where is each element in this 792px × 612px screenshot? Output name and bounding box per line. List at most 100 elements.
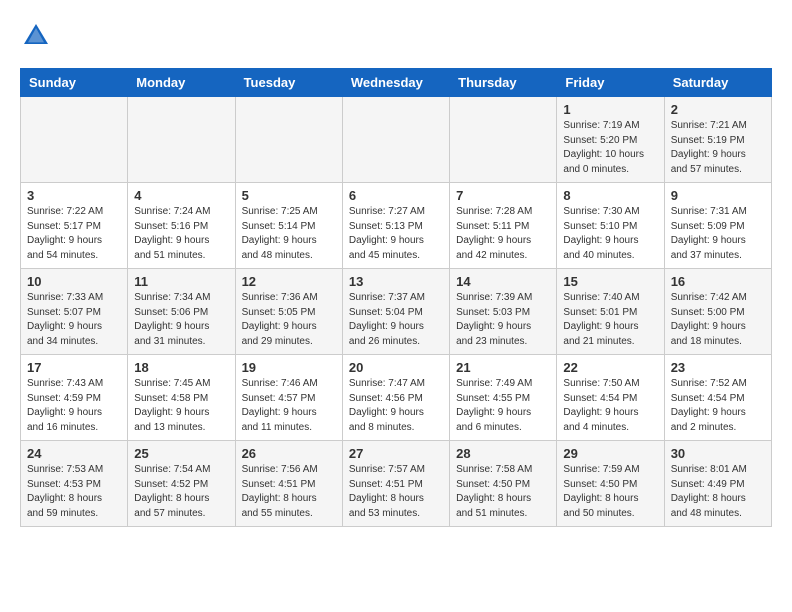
day-number: 2 (671, 102, 765, 117)
day-info: Sunrise: 7:49 AM Sunset: 4:55 PM Dayligh… (456, 377, 550, 435)
calendar-cell: 14Sunrise: 7:39 AM Sunset: 5:03 PM Dayli… (450, 269, 557, 355)
day-info: Sunrise: 7:19 AM Sunset: 5:20 PM Dayligh… (563, 119, 657, 177)
calendar-cell: 11 Sunrise: 7:34 AM Sunset: 5:06 PM Dayli… (128, 269, 235, 355)
calendar-cell: 9 Sunrise: 7:31 AM Sunset: 5:09 PM Daylig… (664, 183, 771, 269)
day-number: 27 (349, 446, 443, 461)
day-info: Sunrise: 7:46 AM Sunset: 4:57 PM Dayligh… (242, 377, 336, 435)
day-info: Sunrise: 7:31 AM Sunset: 5:09 PM Dayligh… (671, 205, 765, 263)
page-header (20, 20, 772, 52)
weekday-header-tuesday: Tuesday (235, 69, 342, 97)
day-info: Sunrise: 7:27 AM Sunset: 5:13 PM Dayligh… (349, 205, 443, 263)
day-info: Sunrise: 7:40 AM Sunset: 5:01 PM Dayligh… (563, 291, 657, 349)
day-info: Sunrise: 7:37 AM Sunset: 5:04 PM Dayligh… (349, 291, 443, 349)
logo-icon (20, 20, 52, 52)
calendar-table: SundayMondayTuesdayWednesdayThursdayFrid… (20, 68, 772, 527)
calendar-cell: 16 Sunrise: 7:42 AM Sunset: 5:00 PM Dayli… (664, 269, 771, 355)
day-info: Sunrise: 7:58 AM Sunset: 4:50 PM Dayligh… (456, 463, 550, 521)
day-number: 14 (456, 274, 550, 289)
weekday-header-thursday: Thursday (450, 69, 557, 97)
calendar-cell: 30 Sunrise: 8:01 AM Sunset: 4:49 PM Dayli… (664, 441, 771, 527)
day-number: 19 (242, 360, 336, 375)
day-info: Sunrise: 7:47 AM Sunset: 4:56 PM Dayligh… (349, 377, 443, 435)
day-info: Sunrise: 7:57 AM Sunset: 4:51 PM Dayligh… (349, 463, 443, 521)
calendar-cell: 27 Sunrise: 7:57 AM Sunset: 4:51 PM Dayli… (342, 441, 449, 527)
day-number: 21 (456, 360, 550, 375)
calendar-week-1: 3Sunrise: 7:22 AM Sunset: 5:17 PM Daylig… (21, 183, 772, 269)
logo (20, 20, 56, 52)
day-info: Sunrise: 7:43 AM Sunset: 4:59 PM Dayligh… (27, 377, 121, 435)
calendar-cell (342, 97, 449, 183)
calendar-cell: 12 Sunrise: 7:36 AM Sunset: 5:05 PM Dayli… (235, 269, 342, 355)
day-info: Sunrise: 7:30 AM Sunset: 5:10 PM Dayligh… (563, 205, 657, 263)
calendar-cell: 21 Sunrise: 7:49 AM Sunset: 4:55 PM Dayli… (450, 355, 557, 441)
day-info: Sunrise: 7:45 AM Sunset: 4:58 PM Dayligh… (134, 377, 228, 435)
calendar-cell: 18 Sunrise: 7:45 AM Sunset: 4:58 PM Dayli… (128, 355, 235, 441)
day-number: 7 (456, 188, 550, 203)
calendar-cell: 26 Sunrise: 7:56 AM Sunset: 4:51 PM Dayli… (235, 441, 342, 527)
day-number: 24 (27, 446, 121, 461)
calendar-cell: 29Sunrise: 7:59 AM Sunset: 4:50 PM Dayli… (557, 441, 664, 527)
day-number: 10 (27, 274, 121, 289)
calendar-cell: 10 Sunrise: 7:33 AM Sunset: 5:07 PM Dayli… (21, 269, 128, 355)
weekday-header-wednesday: Wednesday (342, 69, 449, 97)
calendar-cell: 6 Sunrise: 7:27 AM Sunset: 5:13 PM Daylig… (342, 183, 449, 269)
day-number: 17 (27, 360, 121, 375)
day-info: Sunrise: 7:50 AM Sunset: 4:54 PM Dayligh… (563, 377, 657, 435)
calendar-cell: 7 Sunrise: 7:28 AM Sunset: 5:11 PM Daylig… (450, 183, 557, 269)
calendar-cell (235, 97, 342, 183)
calendar-cell: 5 Sunrise: 7:25 AM Sunset: 5:14 PM Daylig… (235, 183, 342, 269)
calendar-cell: 25Sunrise: 7:54 AM Sunset: 4:52 PM Dayli… (128, 441, 235, 527)
calendar-cell: 3Sunrise: 7:22 AM Sunset: 5:17 PM Daylig… (21, 183, 128, 269)
calendar-cell: 24 Sunrise: 7:53 AM Sunset: 4:53 PM Dayli… (21, 441, 128, 527)
day-number: 20 (349, 360, 443, 375)
day-number: 13 (349, 274, 443, 289)
day-info: Sunrise: 7:34 AM Sunset: 5:06 PM Dayligh… (134, 291, 228, 349)
day-info: Sunrise: 7:56 AM Sunset: 4:51 PM Dayligh… (242, 463, 336, 521)
day-number: 22 (563, 360, 657, 375)
weekday-header-friday: Friday (557, 69, 664, 97)
calendar-cell (128, 97, 235, 183)
day-info: Sunrise: 7:33 AM Sunset: 5:07 PM Dayligh… (27, 291, 121, 349)
day-number: 26 (242, 446, 336, 461)
calendar-cell (21, 97, 128, 183)
calendar-cell: 2Sunrise: 7:21 AM Sunset: 5:19 PM Daylig… (664, 97, 771, 183)
day-info: Sunrise: 7:59 AM Sunset: 4:50 PM Dayligh… (563, 463, 657, 521)
calendar-cell: 1 Sunrise: 7:19 AM Sunset: 5:20 PM Daylig… (557, 97, 664, 183)
day-number: 9 (671, 188, 765, 203)
calendar-cell: 23 Sunrise: 7:52 AM Sunset: 4:54 PM Dayli… (664, 355, 771, 441)
day-info: Sunrise: 8:01 AM Sunset: 4:49 PM Dayligh… (671, 463, 765, 521)
day-info: Sunrise: 7:53 AM Sunset: 4:53 PM Dayligh… (27, 463, 121, 521)
calendar-week-4: 24 Sunrise: 7:53 AM Sunset: 4:53 PM Dayli… (21, 441, 772, 527)
calendar-cell: 13 Sunrise: 7:37 AM Sunset: 5:04 PM Dayli… (342, 269, 449, 355)
calendar-cell: 8 Sunrise: 7:30 AM Sunset: 5:10 PM Daylig… (557, 183, 664, 269)
calendar-cell: 4Sunrise: 7:24 AM Sunset: 5:16 PM Daylig… (128, 183, 235, 269)
day-number: 1 (563, 102, 657, 117)
calendar-cell: 20 Sunrise: 7:47 AM Sunset: 4:56 PM Dayli… (342, 355, 449, 441)
weekday-header-sunday: Sunday (21, 69, 128, 97)
day-number: 8 (563, 188, 657, 203)
day-number: 23 (671, 360, 765, 375)
day-number: 30 (671, 446, 765, 461)
day-number: 18 (134, 360, 228, 375)
weekday-header-saturday: Saturday (664, 69, 771, 97)
day-info: Sunrise: 7:25 AM Sunset: 5:14 PM Dayligh… (242, 205, 336, 263)
calendar-week-0: 1 Sunrise: 7:19 AM Sunset: 5:20 PM Daylig… (21, 97, 772, 183)
calendar-cell: 15Sunrise: 7:40 AM Sunset: 5:01 PM Dayli… (557, 269, 664, 355)
day-number: 16 (671, 274, 765, 289)
day-info: Sunrise: 7:52 AM Sunset: 4:54 PM Dayligh… (671, 377, 765, 435)
calendar-week-3: 17 Sunrise: 7:43 AM Sunset: 4:59 PM Dayli… (21, 355, 772, 441)
calendar-cell: 28Sunrise: 7:58 AM Sunset: 4:50 PM Dayli… (450, 441, 557, 527)
day-info: Sunrise: 7:54 AM Sunset: 4:52 PM Dayligh… (134, 463, 228, 521)
day-info: Sunrise: 7:36 AM Sunset: 5:05 PM Dayligh… (242, 291, 336, 349)
day-info: Sunrise: 7:22 AM Sunset: 5:17 PM Dayligh… (27, 205, 121, 263)
calendar-cell: 19 Sunrise: 7:46 AM Sunset: 4:57 PM Dayli… (235, 355, 342, 441)
day-number: 5 (242, 188, 336, 203)
day-info: Sunrise: 7:28 AM Sunset: 5:11 PM Dayligh… (456, 205, 550, 263)
day-number: 11 (134, 274, 228, 289)
day-number: 12 (242, 274, 336, 289)
day-number: 6 (349, 188, 443, 203)
calendar-cell (450, 97, 557, 183)
calendar-cell: 17 Sunrise: 7:43 AM Sunset: 4:59 PM Dayli… (21, 355, 128, 441)
day-info: Sunrise: 7:42 AM Sunset: 5:00 PM Dayligh… (671, 291, 765, 349)
day-info: Sunrise: 7:24 AM Sunset: 5:16 PM Dayligh… (134, 205, 228, 263)
